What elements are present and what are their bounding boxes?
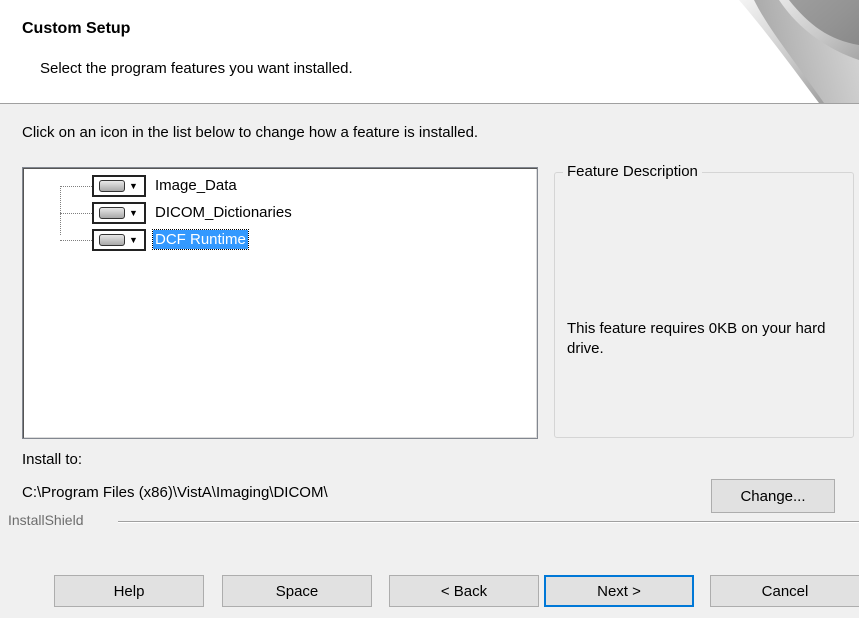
- installer-art-icon: [739, 0, 859, 103]
- instruction-text: Click on an icon in the list below to ch…: [22, 124, 479, 141]
- back-button[interactable]: < Back: [389, 575, 539, 607]
- installshield-footer: InstallShield: [8, 512, 859, 542]
- feature-label-dcf-runtime[interactable]: DCF Runtime: [152, 229, 249, 250]
- feature-description-group: Feature Description This feature require…: [554, 163, 854, 438]
- tree-connector: [60, 240, 92, 241]
- installshield-label: InstallShield: [8, 512, 84, 528]
- page-title: Custom Setup: [22, 20, 131, 37]
- feature-label-dicom-dictionaries[interactable]: DICOM_Dictionaries: [153, 203, 294, 222]
- divider: [118, 521, 859, 523]
- chevron-down-icon: ▼: [129, 180, 138, 191]
- tree-connector: [60, 186, 61, 235]
- hard-drive-icon: [99, 207, 125, 219]
- cancel-button[interactable]: Cancel: [710, 575, 859, 607]
- feature-install-dropdown-dicom-dictionaries[interactable]: ▼: [92, 202, 146, 224]
- change-button[interactable]: Change...: [711, 479, 835, 513]
- header-banner: Custom Setup Select the program features…: [0, 0, 859, 104]
- feature-label-image-data[interactable]: Image_Data: [153, 176, 239, 195]
- next-button[interactable]: Next >: [544, 575, 694, 607]
- help-button[interactable]: Help: [54, 575, 204, 607]
- space-button[interactable]: Space: [222, 575, 372, 607]
- hard-drive-icon: [99, 234, 125, 246]
- tree-connector: [60, 213, 92, 214]
- hard-drive-icon: [99, 180, 125, 192]
- page-subtitle: Select the program features you want ins…: [40, 60, 353, 77]
- feature-description-text: This feature requires 0KB on your hard d…: [567, 320, 826, 357]
- feature-install-dropdown-dcf-runtime[interactable]: ▼: [92, 229, 146, 251]
- tree-connector: [60, 186, 92, 187]
- feature-install-dropdown-image-data[interactable]: ▼: [92, 175, 146, 197]
- chevron-down-icon: ▼: [129, 207, 138, 218]
- chevron-down-icon: ▼: [129, 234, 138, 245]
- install-to-label: Install to:: [22, 451, 83, 468]
- feature-tree[interactable]: ▼ Image_Data ▼ DICOM_Dictionaries ▼ DCF …: [22, 167, 538, 439]
- feature-description-legend: Feature Description: [563, 163, 702, 180]
- install-path: C:\Program Files (x86)\VistA\Imaging\DIC…: [22, 484, 328, 501]
